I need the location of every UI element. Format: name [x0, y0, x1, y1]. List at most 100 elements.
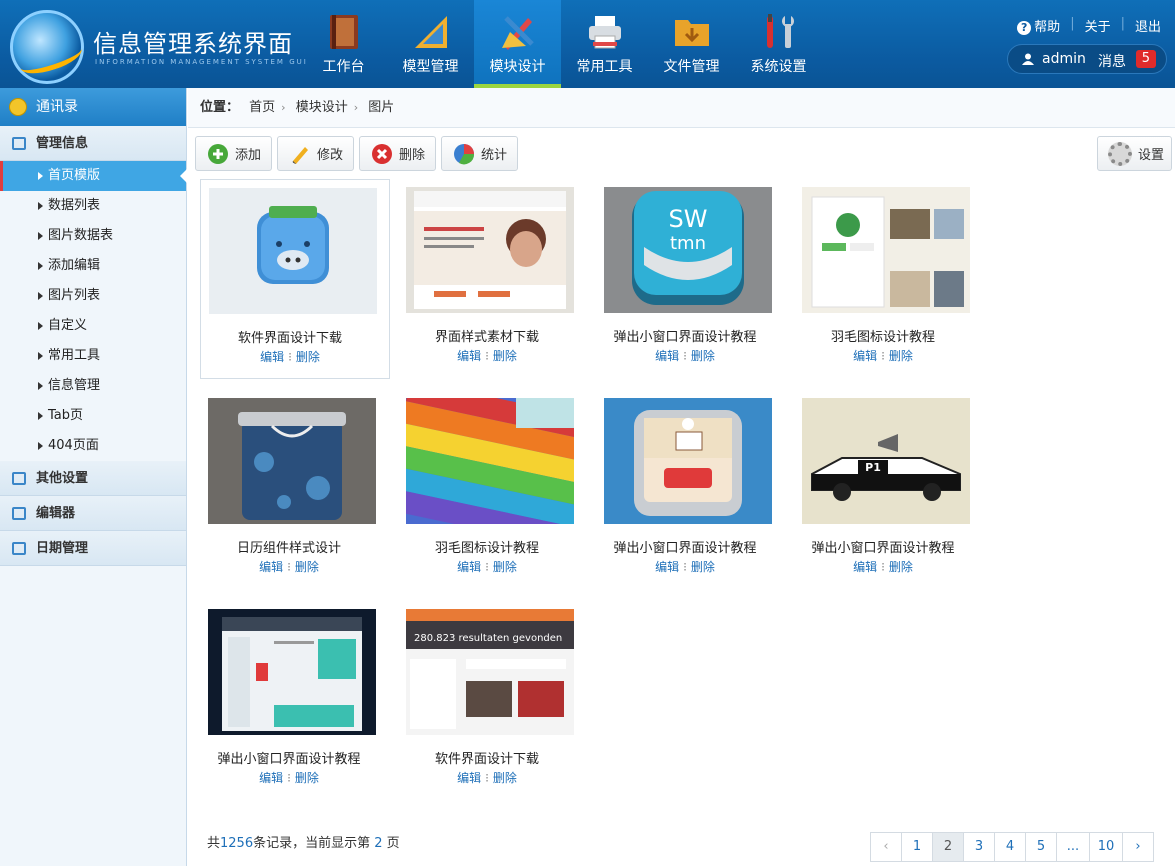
card-thumbnail[interactable] [802, 187, 970, 313]
image-card[interactable]: 280.823 resultaten gevonden 软件界面设计下载编辑 ⁝ 删除 [398, 601, 588, 801]
card-edit-link[interactable]: 编辑 [457, 560, 481, 574]
sidebar-item-6[interactable]: 自定义 [0, 311, 186, 341]
page-button[interactable]: 2 [932, 832, 964, 862]
card-title[interactable]: 软件界面设计下载 [398, 748, 576, 767]
help-link[interactable]: ? 帮助 [1017, 16, 1060, 35]
delete-button[interactable]: 删除 [359, 136, 437, 171]
breadcrumb-home[interactable]: 首页 [249, 100, 275, 115]
card-actions: 编辑 ⁝ 删除 [457, 560, 517, 574]
card-delete-link[interactable]: 删除 [493, 560, 517, 574]
sidebar-item-7[interactable]: 常用工具 [0, 341, 186, 371]
card-actions: 编辑 ⁝ 删除 [655, 560, 715, 574]
stats-button[interactable]: 统计 [441, 136, 519, 171]
card-thumbnail[interactable] [208, 609, 376, 735]
sidebar-item-1[interactable]: 首页模版 [0, 161, 187, 191]
messages-link[interactable]: 消息 [1098, 51, 1126, 71]
sidebar-item-2[interactable]: 数据列表 [0, 191, 186, 221]
card-delete-link[interactable]: 删除 [691, 349, 715, 363]
logout-link[interactable]: 退出 [1135, 16, 1161, 35]
card-edit-link[interactable]: 编辑 [260, 350, 284, 364]
card-title[interactable]: 羽毛图标设计教程 [398, 537, 576, 556]
card-title[interactable]: 软件界面设计下载 [201, 327, 379, 346]
image-card[interactable]: 羽毛图标设计教程 编辑 ⁝ 删除 [794, 179, 984, 379]
card-title[interactable]: 弹出小窗口界面设计教程 [794, 537, 972, 556]
sidebar-item-8[interactable]: 信息管理 [0, 371, 186, 401]
user-icon [1022, 53, 1034, 65]
about-link[interactable]: 关于 [1085, 16, 1111, 35]
card-title[interactable]: 弹出小窗口界面设计教程 [596, 537, 774, 556]
sidebar-item-3[interactable]: 图片数据表 [0, 221, 186, 251]
sidebar-group-management[interactable]: 管理信息 [0, 126, 186, 161]
page-button[interactable]: 3 [963, 832, 995, 862]
sidebar-item-9[interactable]: Tab页 [0, 401, 186, 431]
card-delete-link[interactable]: 删除 [889, 560, 913, 574]
sidebar-group-editor[interactable]: 编辑器 [0, 496, 186, 531]
card-edit-link[interactable]: 编辑 [457, 349, 481, 363]
image-card[interactable]: 日历组件样式设计 编辑 ⁝ 删除 [200, 390, 390, 590]
card-delete-link[interactable]: 删除 [691, 560, 715, 574]
card-thumbnail[interactable]: P1 [802, 398, 970, 524]
card-thumbnail[interactable]: SWtmn [604, 187, 772, 313]
sidebar-header-contacts[interactable]: 通讯录 [0, 88, 186, 126]
card-thumbnail[interactable] [406, 398, 574, 524]
card-title[interactable]: 羽毛图标设计教程 [794, 326, 972, 345]
card-delete-link[interactable]: 删除 [493, 349, 517, 363]
sidebar-group-other-settings[interactable]: 其他设置 [0, 461, 186, 496]
card-thumbnail[interactable] [208, 398, 376, 524]
add-button[interactable]: 添加 [195, 136, 273, 171]
page-button[interactable]: ... [1056, 832, 1090, 862]
card-title[interactable]: 日历组件样式设计 [200, 537, 378, 556]
edit-button[interactable]: 修改 [277, 136, 355, 171]
card-title[interactable]: 弹出小窗口界面设计教程 [596, 326, 774, 345]
sidebar-group-date[interactable]: 日期管理 [0, 531, 186, 566]
card-edit-link[interactable]: 编辑 [853, 560, 877, 574]
brand-subtitle: INFORMATION MANAGEMENT SYSTEM GUI [95, 58, 308, 66]
card-edit-link[interactable]: 编辑 [853, 349, 877, 363]
username[interactable]: admin [1042, 51, 1086, 67]
card-actions: 编辑 ⁝ 删除 [457, 771, 517, 785]
card-title[interactable]: 界面样式素材下载 [398, 326, 576, 345]
prev-page-button[interactable]: ‹ [870, 832, 902, 862]
page-button[interactable]: 5 [1025, 832, 1057, 862]
nav-item-3[interactable]: 模块设计 [474, 0, 561, 88]
card-title[interactable]: 弹出小窗口界面设计教程 [200, 748, 378, 767]
card-delete-link[interactable]: 删除 [296, 350, 320, 364]
nav-item-5[interactable]: 文件管理 [648, 0, 735, 88]
image-card[interactable]: 羽毛图标设计教程编辑 ⁝ 删除 [398, 390, 588, 590]
nav-item-2[interactable]: 模型管理 [387, 0, 474, 88]
image-card[interactable]: 弹出小窗口界面设计教程编辑 ⁝ 删除 [596, 390, 786, 590]
settings-button[interactable]: 设置 [1097, 136, 1172, 171]
sidebar-item-4[interactable]: 添加编辑 [0, 251, 186, 281]
card-edit-link[interactable]: 编辑 [259, 771, 283, 785]
image-card[interactable]: SW tmn 弹出小窗口界面设计教程 编辑 ⁝ 删除 [596, 179, 786, 379]
breadcrumb-module[interactable]: 模块设计 [296, 100, 348, 115]
breadcrumb-current: 图片 [368, 100, 395, 115]
card-thumbnail[interactable] [406, 187, 574, 313]
card-edit-link[interactable]: 编辑 [259, 560, 283, 574]
message-count-badge[interactable]: 5 [1135, 50, 1156, 68]
card-edit-link[interactable]: 编辑 [457, 771, 481, 785]
card-thumbnail[interactable] [604, 398, 772, 524]
next-page-button[interactable]: › [1122, 832, 1154, 862]
pencil-icon [292, 146, 309, 164]
page-button[interactable]: 4 [994, 832, 1026, 862]
sidebar-item-5[interactable]: 图片列表 [0, 281, 186, 311]
card-thumbnail[interactable] [209, 188, 377, 314]
image-card[interactable]: 软件界面设计下载 编辑 ⁝ 删除 [200, 179, 390, 379]
nav-item-6[interactable]: 系统设置 [735, 0, 822, 88]
card-thumbnail[interactable]: 280.823 resultaten gevonden [406, 609, 574, 735]
image-card[interactable]: 界面样式素材下载 编辑 ⁝ 删除 [398, 179, 588, 379]
card-delete-link[interactable]: 删除 [889, 349, 913, 363]
nav-item-1[interactable]: 工作台 [300, 0, 387, 88]
card-edit-link[interactable]: 编辑 [655, 560, 679, 574]
card-edit-link[interactable]: 编辑 [655, 349, 679, 363]
card-delete-link[interactable]: 删除 [295, 771, 319, 785]
page-button[interactable]: 1 [901, 832, 933, 862]
image-card[interactable]: 弹出小窗口界面设计教程 编辑 ⁝ 删除 [200, 601, 390, 801]
page-button[interactable]: 10 [1089, 832, 1123, 862]
card-delete-link[interactable]: 删除 [295, 560, 319, 574]
image-card[interactable]: P1 弹出小窗口界面设计教程 编辑 ⁝ 删除 [794, 390, 984, 590]
sidebar-item-10[interactable]: 404页面 [0, 431, 186, 461]
nav-item-4[interactable]: 常用工具 [561, 0, 648, 88]
card-delete-link[interactable]: 删除 [493, 771, 517, 785]
